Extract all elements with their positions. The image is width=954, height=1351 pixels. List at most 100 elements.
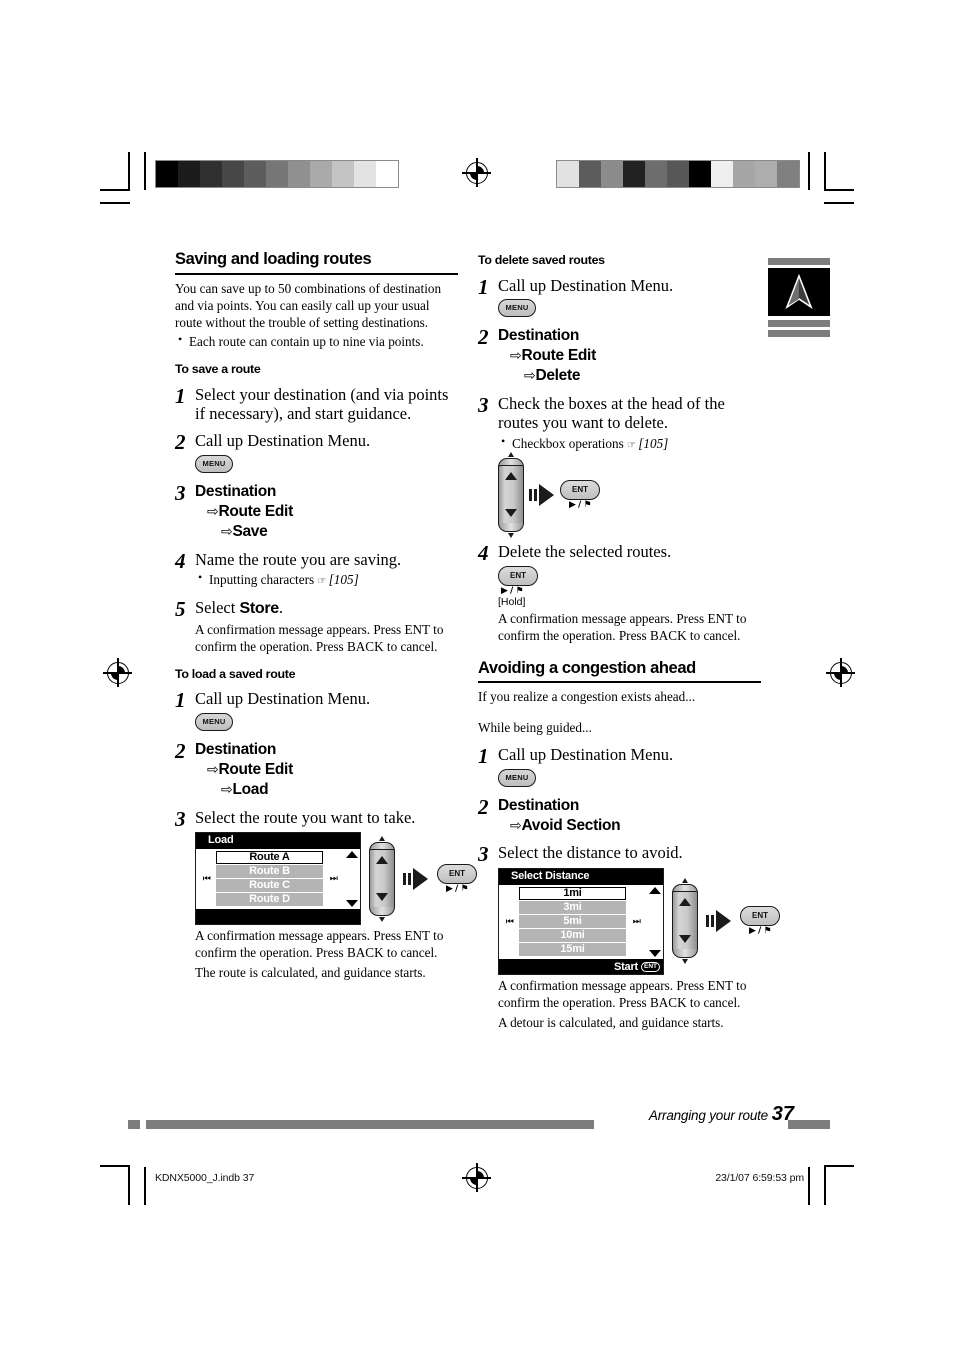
chapter-tab-bar [768,320,830,327]
list-item[interactable]: Route B [216,865,323,878]
avoid-note-2: A detour is calculated, and guidance sta… [498,1014,724,1030]
navigation-cursor-icon [785,274,813,310]
menu-path-level-3: ⇨Delete [498,366,761,386]
menu-button[interactable]: MENU [498,299,536,318]
arrow-right-thick-icon [706,910,732,933]
list-item[interactable]: 5mi [519,915,626,928]
list-item[interactable]: 15mi [519,943,626,956]
skip-next-icon[interactable]: ⏭ [626,885,646,960]
skip-previous-icon[interactable]: ⏮ [499,885,519,960]
crop-mark [824,152,826,190]
bullet-label: Checkbox operations [512,435,624,451]
skip-next-icon[interactable]: ⏭ [323,849,343,910]
pointing-hand-icon: ☞ [627,439,636,451]
triangle-down-icon[interactable] [345,900,358,908]
ent-button[interactable]: ENT [437,863,477,884]
distance-screen-illustration: Select Distance ⏮ 1mi 3mi 5mi 10mi 15mi … [498,867,780,976]
menu-path-level-2: ⇨Avoid Section [498,816,761,836]
menu-path-level-3: ⇨Save [195,522,458,542]
menu-button[interactable]: MENU [498,768,536,787]
subhead-to-delete-saved-routes: To delete saved routes [478,253,605,267]
arrow-bar [711,915,714,928]
menu-path-level-3: ⇨Load [195,780,458,800]
step-note: A confirmation message appears. Press EN… [195,622,444,654]
menu-path-level-2: ⇨Route Edit [195,760,458,780]
step-text-suffix: . [278,598,283,618]
triangle-up-icon[interactable] [648,886,661,894]
list-item-selected[interactable]: 1mi [519,886,626,900]
arrow-head [539,484,554,507]
calibration-swatch [310,161,332,187]
calibration-swatch [178,161,200,187]
arrow-right-icon: ⇨ [221,781,233,798]
joystick-control[interactable] [498,452,524,539]
subhead-to-load-a-saved-route: To load a saved route [175,666,296,681]
checkbox-operation-illustration: ENT ▶ / ⚑ [498,452,761,539]
intro-paragraph: You can save up to 50 combinations of de… [175,280,442,330]
calibration-swatch [733,161,755,187]
list-item[interactable]: 10mi [519,929,626,942]
crop-mark [144,1167,146,1205]
intro-bullet-list: Each route can contain up to nine via po… [175,332,458,350]
ent-button[interactable]: ENT [740,906,780,927]
ent-button[interactable]: ENT [498,565,538,586]
step-body: Destination ⇨Avoid Section [498,796,761,836]
step-avoid-3: 3 Select the distance to avoid. Select D… [478,843,780,1031]
list-item-selected[interactable]: Route A [216,850,323,864]
page-reference: [105] [328,572,359,588]
ent-button-group: ENT ▶ / ⚑ [437,863,477,894]
triangle-up-icon [376,855,388,864]
arrow-right-icon: ⇨ [524,368,536,385]
calibration-swatch [376,161,398,187]
calibration-swatch [557,161,579,187]
triangle-up-icon[interactable] [345,850,358,858]
skip-previous-icon[interactable]: ⏮ [196,849,216,910]
list-item[interactable]: 3mi [519,901,626,914]
step-body: Select your destination (and via points … [195,385,458,424]
select-distance-screen: Select Distance ⏮ 1mi 3mi 5mi 10mi 15mi … [498,867,664,976]
menu-path-label: Route Edit [218,502,293,520]
joystick-down-indicator [508,533,514,539]
left-column: Saving and loading routes You can save u… [175,250,477,981]
list-item[interactable]: Route D [216,893,323,906]
joystick-control[interactable] [369,835,395,922]
list-item[interactable]: Route C [216,879,323,892]
arrow-right-icon: ⇨ [207,503,219,520]
avoid-precondition: While being guided... [478,720,592,736]
menu-path-label: Route Edit [218,760,293,778]
joystick-bottom-cap [672,949,698,959]
menu-path-level-1: Destination [195,482,277,500]
select-distance-scrollbar[interactable] [646,885,663,960]
load-screen-scrollbar[interactable] [343,849,360,910]
arrow-bar [408,872,411,885]
arrow-right-icon: ⇨ [510,348,522,365]
step-instruction: Delete the selected routes. [498,542,672,562]
triangle-up-icon [679,898,691,907]
calibration-swatch [332,161,354,187]
step-body: Delete the selected routes. ENT ▶ / ⚑ [H… [498,542,761,645]
menu-button[interactable]: MENU [195,712,233,731]
triangle-down-icon[interactable] [648,950,661,958]
step-body: Call up Destination Menu. MENU [498,276,761,318]
step-instruction: Call up Destination Menu. [498,275,674,295]
step-number: 3 [175,480,186,505]
joystick-control[interactable] [672,878,698,965]
menu-button[interactable]: MENU [195,454,233,473]
list-item: Checkbox operations ☞ [105] [501,434,761,452]
step-body: Name the route you are saving. Inputting… [195,550,458,591]
step-instruction: Check the boxes at the head of the route… [498,393,725,433]
calibration-swatch [244,161,266,187]
manual-page: Saving and loading routes You can save u… [0,0,954,1351]
step-number: 1 [175,688,186,713]
navigation-arrow-icon [768,268,830,316]
step-body: Check the boxes at the head of the route… [498,393,761,539]
step-instruction: Call up Destination Menu. [195,689,371,709]
subhead-to-save-a-route: To save a route [175,361,261,376]
step-number: 3 [478,392,489,417]
registration-mark [826,658,855,687]
arrow-bar [403,872,406,885]
ent-button[interactable]: ENT [560,480,600,501]
triangle-down-icon [505,509,517,518]
menu-path-label: Route Edit [521,347,596,365]
ent-button-group: ENT ▶ / ⚑ [Hold] [498,565,761,609]
